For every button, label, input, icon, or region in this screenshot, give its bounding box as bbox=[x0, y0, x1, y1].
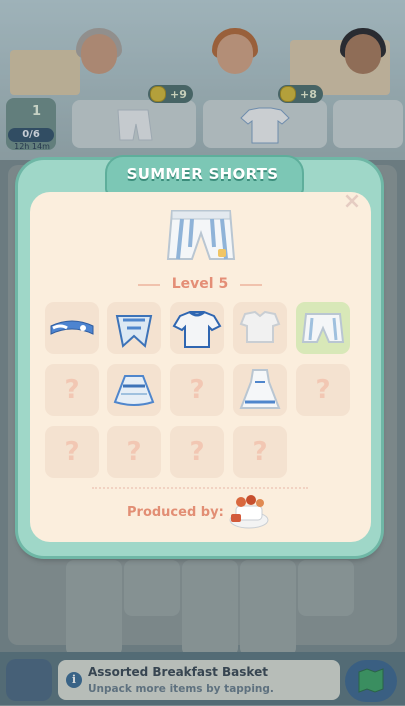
chain-slot[interactable] bbox=[170, 302, 224, 354]
unknown-item-icon: ? bbox=[189, 375, 205, 405]
item-level: Level 5 bbox=[171, 276, 229, 292]
unknown-item-icon: ? bbox=[64, 375, 80, 405]
unknown-item-icon: ? bbox=[252, 437, 268, 467]
unknown-item-icon: ? bbox=[64, 437, 80, 467]
chain-slot[interactable] bbox=[233, 364, 287, 416]
unknown-item-icon: ? bbox=[315, 375, 331, 405]
chain-slot[interactable] bbox=[107, 302, 161, 354]
chain-slot[interactable] bbox=[45, 302, 99, 354]
produced-by-label: Produced by: bbox=[127, 505, 224, 520]
skirt-icon bbox=[113, 375, 155, 406]
chain-slot[interactable] bbox=[233, 302, 287, 354]
divider bbox=[92, 487, 308, 489]
chain-slot-locked[interactable]: ? bbox=[296, 364, 350, 416]
chain-slot-locked[interactable]: ? bbox=[233, 426, 287, 478]
headband-icon bbox=[50, 320, 94, 335]
shorts-icon bbox=[166, 210, 236, 260]
dress-icon bbox=[239, 369, 281, 409]
sewing-basket-icon[interactable] bbox=[226, 492, 272, 530]
crop-top-icon bbox=[239, 310, 281, 343]
unknown-item-icon: ? bbox=[189, 437, 205, 467]
chain-slot-locked[interactable]: ? bbox=[170, 364, 224, 416]
shorts-icon bbox=[301, 313, 345, 343]
scarf-icon bbox=[115, 315, 153, 348]
close-icon[interactable]: × bbox=[342, 191, 362, 213]
chain-slot-current[interactable] bbox=[296, 302, 350, 354]
chain-slot-locked[interactable]: ? bbox=[170, 426, 224, 478]
chain-slot-locked[interactable]: ? bbox=[45, 364, 99, 416]
tshirt-icon bbox=[172, 310, 222, 348]
chain-slot-locked[interactable]: ? bbox=[45, 426, 99, 478]
chain-slot-locked[interactable]: ? bbox=[107, 426, 161, 478]
modal-title: SUMMER SHORTS bbox=[126, 165, 279, 183]
unknown-item-icon: ? bbox=[126, 437, 142, 467]
chain-slot[interactable] bbox=[107, 364, 161, 416]
